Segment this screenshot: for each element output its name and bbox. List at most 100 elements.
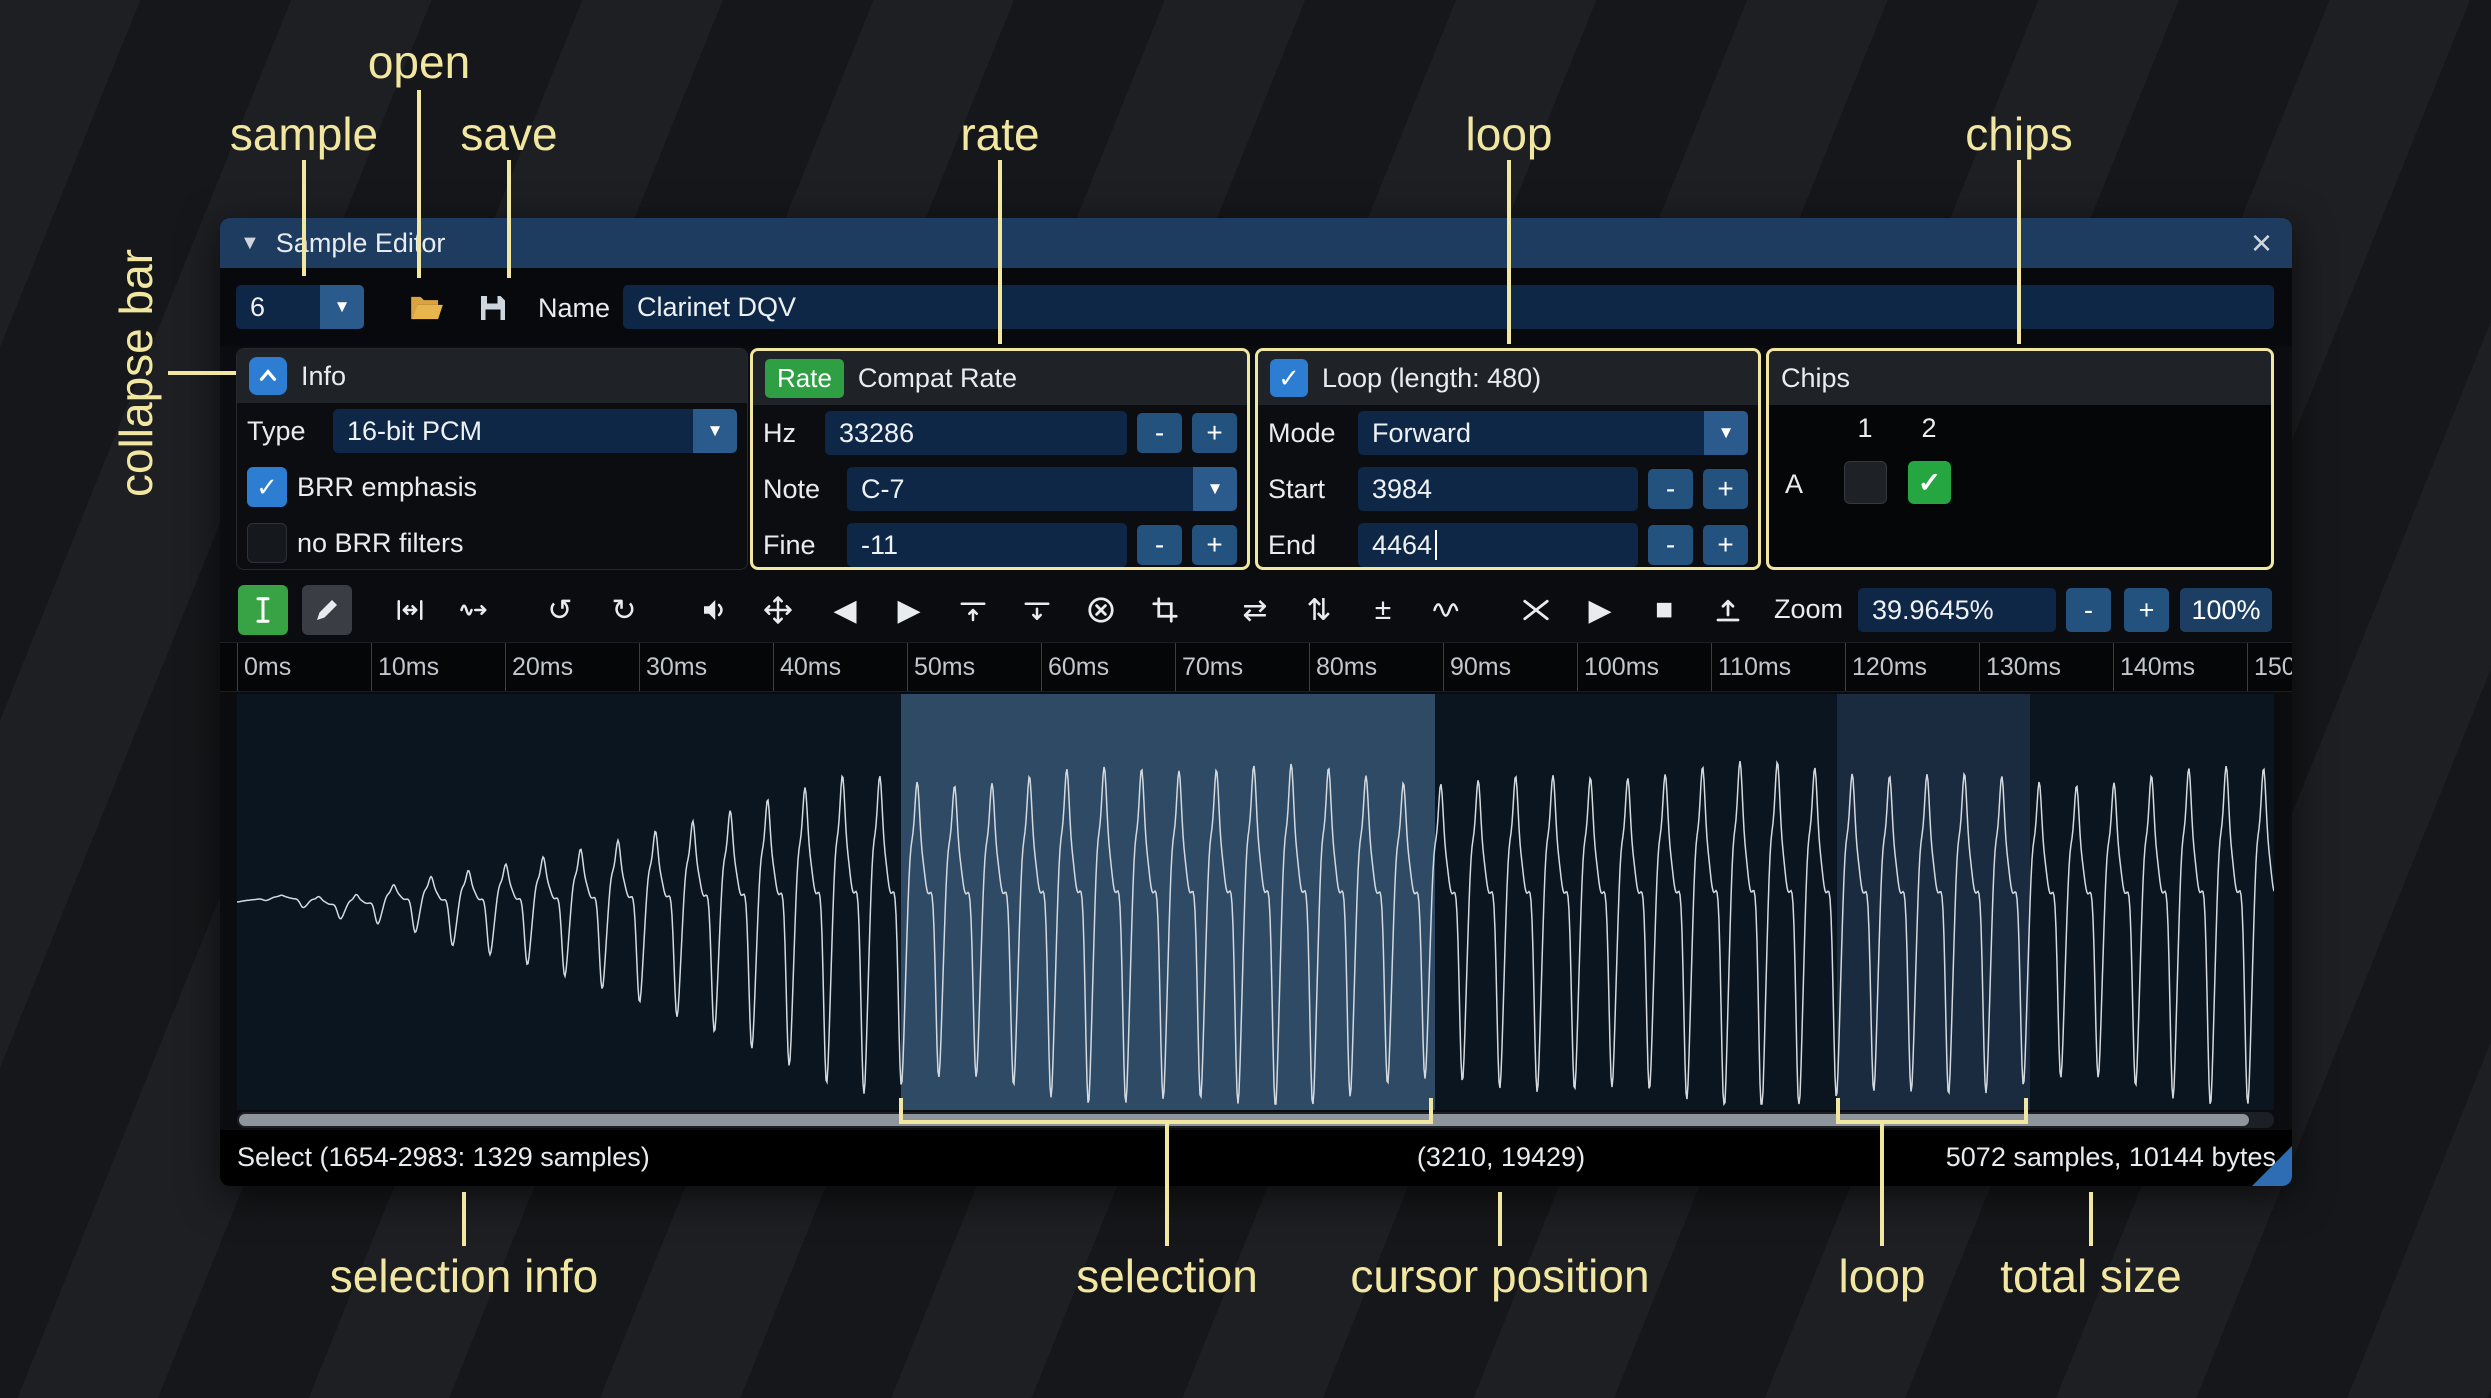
sample-editor-window: ▼ Sample Editor × 6 ▼ Name Clarinet DQV xyxy=(220,218,2292,1186)
chevron-down-icon[interactable]: ▼ xyxy=(693,409,737,453)
waveform[interactable] xyxy=(237,694,2274,1110)
zoom-in-button[interactable]: + xyxy=(2124,588,2169,632)
ruler-tick: 40ms xyxy=(773,643,841,691)
delete-button[interactable] xyxy=(1076,585,1126,635)
stop-preview-button[interactable]: ■ xyxy=(1639,585,1689,635)
upload-icon xyxy=(1716,599,1740,622)
brr-emphasis-checkbox[interactable]: ✓ xyxy=(247,467,287,507)
hz-label: Hz xyxy=(763,417,796,448)
loop-end-plus-button[interactable]: + xyxy=(1703,525,1748,565)
fine-input[interactable]: -11 xyxy=(847,523,1127,567)
sample-type-value: 16-bit PCM xyxy=(333,409,693,453)
ruler-tick: 50ms xyxy=(907,643,975,691)
resize-grip[interactable] xyxy=(2252,1146,2292,1186)
close-icon[interactable]: × xyxy=(2251,225,2272,261)
normalize-button[interactable] xyxy=(753,585,803,635)
fine-plus-button[interactable]: + xyxy=(1192,525,1237,565)
create-wavetable-button[interactable] xyxy=(1703,585,1753,635)
chevron-down-icon[interactable]: ▼ xyxy=(1704,411,1748,455)
resize-button[interactable] xyxy=(385,585,435,635)
horizontal-scrollbar[interactable] xyxy=(237,1112,2274,1128)
crossfade-button[interactable] xyxy=(1511,585,1561,635)
loop-start-value: 3984 xyxy=(1372,473,1433,504)
fine-value: -11 xyxy=(861,529,899,560)
total-size-text: 5072 samples, 10144 bytes xyxy=(1945,1142,2276,1172)
zoom-out-button[interactable]: - xyxy=(2066,588,2111,632)
fade-in-button[interactable]: ◀ xyxy=(820,585,870,635)
loop-mode-value: Forward xyxy=(1358,411,1704,455)
ruler-tick: 10ms xyxy=(371,643,439,691)
signed-unsigned-button[interactable]: ± xyxy=(1358,585,1408,635)
sample-controls-row: 6 ▼ Name Clarinet DQV xyxy=(220,268,2292,346)
fade-out-button[interactable]: ▶ xyxy=(884,585,934,635)
loop-end-minus-button[interactable]: - xyxy=(1648,525,1693,565)
open-sample-button[interactable] xyxy=(404,285,450,331)
rate-badge[interactable]: Rate xyxy=(765,358,844,398)
scrollbar-thumb[interactable] xyxy=(239,1114,2249,1126)
redo-button[interactable]: ↻ xyxy=(599,585,649,635)
select-tool-button[interactable] xyxy=(238,585,288,635)
resize-icon xyxy=(397,600,423,620)
resample-icon xyxy=(460,604,487,616)
apply-silence-button[interactable] xyxy=(1012,585,1062,635)
fine-label: Fine xyxy=(763,529,816,560)
collapse-triangle-icon[interactable]: ▼ xyxy=(240,232,260,255)
rate-panel: Rate Compat Rate Hz 33286 - + Note C-7 ▼… xyxy=(750,348,1250,570)
amplify-button[interactable] xyxy=(689,585,739,635)
trim-button[interactable] xyxy=(1140,585,1190,635)
chips-panel: Chips 1 2 A ✓ xyxy=(1766,348,2274,570)
chip-column-2: 2 xyxy=(1921,413,1937,443)
panels-row: Info Type 16-bit PCM ▼ ✓ BRR emphasis no… xyxy=(220,346,2292,572)
ruler-tick: 30ms xyxy=(639,643,707,691)
chip-2-checkbox[interactable]: ✓ xyxy=(1908,461,1951,504)
chip-1-checkbox[interactable] xyxy=(1844,461,1887,504)
floppy-disk-icon xyxy=(481,296,505,320)
brr-emphasis-label: BRR emphasis xyxy=(297,471,478,502)
ruler-tick: 120ms xyxy=(1845,643,1927,691)
i-beam-icon xyxy=(256,597,270,623)
save-sample-button[interactable] xyxy=(470,285,516,331)
sample-type-dropdown[interactable]: 16-bit PCM ▼ xyxy=(333,409,737,453)
selection-info-text: Select (1654-2983: 1329 samples) xyxy=(237,1142,650,1172)
chevron-down-icon[interactable]: ▼ xyxy=(1193,467,1237,511)
reverse-button[interactable]: ⇄ xyxy=(1230,585,1280,635)
chevron-down-icon[interactable]: ▼ xyxy=(320,285,364,329)
draw-tool-button[interactable] xyxy=(302,585,352,635)
note-dropdown[interactable]: C-7 ▼ xyxy=(847,467,1237,511)
zoom-reset-button[interactable]: 100% xyxy=(2180,588,2272,632)
ruler-tick: 0ms xyxy=(237,643,291,691)
waveform-display[interactable] xyxy=(237,694,2274,1110)
loop-panel: ✓ Loop (length: 480) Mode Forward ▼ Star… xyxy=(1255,348,1761,570)
loop-end-input[interactable]: 4464 xyxy=(1358,523,1638,567)
preview-button[interactable]: ▶ xyxy=(1575,585,1625,635)
sample-name-input[interactable]: Clarinet DQV xyxy=(623,285,2274,329)
undo-button[interactable]: ↺ xyxy=(535,585,585,635)
zoom-input[interactable]: 39.9645% xyxy=(1858,588,2056,632)
loop-start-input[interactable]: 3984 xyxy=(1358,467,1638,511)
loop-end-label: End xyxy=(1268,529,1317,560)
loop-start-plus-button[interactable]: + xyxy=(1703,469,1748,509)
hz-plus-button[interactable]: + xyxy=(1192,413,1237,453)
ruler-tick: 140ms xyxy=(2113,643,2195,691)
sample-number-dropdown[interactable]: 6 ▼ xyxy=(236,285,364,329)
loop-end-value: 4464 xyxy=(1372,529,1433,560)
insert-silence-button[interactable] xyxy=(948,585,998,635)
sample-number-value: 6 xyxy=(236,285,320,329)
loop-start-minus-button[interactable]: - xyxy=(1648,469,1693,509)
loop-mode-dropdown[interactable]: Forward ▼ xyxy=(1358,411,1748,455)
status-bar: Select (1654-2983: 1329 samples) (3210, … xyxy=(220,1130,2292,1186)
collapse-bar-button[interactable] xyxy=(249,357,287,395)
resample-button[interactable] xyxy=(449,585,499,635)
invert-button[interactable]: ⇅ xyxy=(1294,585,1344,635)
loop-enable-checkbox[interactable]: ✓ xyxy=(1270,359,1308,397)
filter-button[interactable] xyxy=(1422,585,1472,635)
ruler-tick: 100ms xyxy=(1577,643,1659,691)
no-brr-filters-checkbox[interactable] xyxy=(247,523,287,563)
chip-column-1: 1 xyxy=(1857,413,1873,443)
window-title: Sample Editor xyxy=(275,227,446,258)
hz-input[interactable]: 33286 xyxy=(825,411,1127,455)
fine-minus-button[interactable]: - xyxy=(1137,525,1182,565)
compat-rate-header: Compat Rate xyxy=(857,362,1017,393)
hz-minus-button[interactable]: - xyxy=(1137,413,1182,453)
delete-x-icon xyxy=(1088,597,1114,623)
